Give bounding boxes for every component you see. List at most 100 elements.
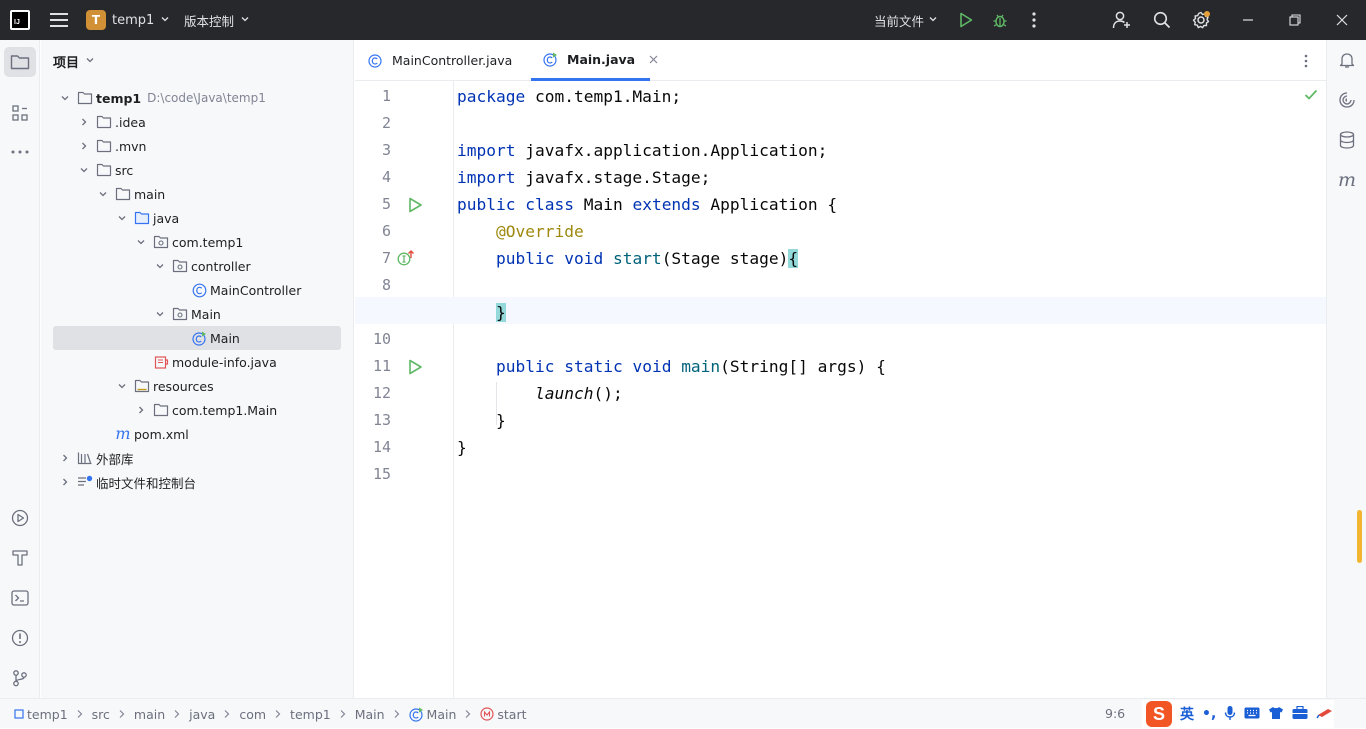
caret-position[interactable]: 9:6 bbox=[1105, 706, 1125, 721]
tree-item[interactable]: temp1 D:\code\Java\temp1 bbox=[53, 86, 266, 110]
project-panel-header[interactable]: 项目 bbox=[53, 52, 95, 71]
chevron-right-icon[interactable] bbox=[135, 404, 147, 416]
tree-item[interactable]: src bbox=[53, 158, 133, 182]
code-line[interactable]: } bbox=[457, 299, 506, 326]
close-tab-icon[interactable] bbox=[649, 55, 658, 64]
chevron-down-icon[interactable] bbox=[78, 164, 90, 176]
tree-item[interactable]: m pom.xml bbox=[53, 422, 188, 446]
structure-icon[interactable] bbox=[10, 103, 30, 123]
chevron-right-icon[interactable] bbox=[78, 140, 90, 152]
code-line[interactable]: import javafx.stage.Stage; bbox=[457, 164, 710, 191]
tree-item[interactable]: 外部库 bbox=[53, 446, 134, 470]
breadcrumb-item[interactable]: java bbox=[189, 707, 215, 722]
breadcrumb-item[interactable]: temp1 bbox=[290, 707, 331, 722]
app-logo[interactable]: IJ bbox=[10, 10, 30, 30]
tree-item[interactable]: com.temp1.Main bbox=[53, 398, 277, 422]
skin-icon[interactable] bbox=[1268, 706, 1284, 723]
tree-item[interactable]: main bbox=[53, 182, 165, 206]
vcs-widget[interactable]: 版本控制 bbox=[184, 9, 250, 31]
run-icon[interactable] bbox=[956, 10, 976, 30]
project-tool-button[interactable] bbox=[4, 47, 36, 77]
keyboard-icon[interactable] bbox=[1244, 707, 1260, 722]
breadcrumb-item[interactable]: com bbox=[239, 707, 266, 722]
tree-item[interactable]: resources bbox=[53, 374, 214, 398]
chevron-right-icon[interactable] bbox=[78, 116, 90, 128]
breadcrumb-item[interactable]: temp1 bbox=[14, 707, 68, 722]
code-line[interactable]: } bbox=[457, 407, 506, 434]
git-icon[interactable] bbox=[10, 668, 30, 688]
chevron-down-icon[interactable] bbox=[116, 380, 128, 392]
minimize-icon[interactable] bbox=[1236, 10, 1260, 30]
tree-item[interactable]: module-info.java bbox=[53, 350, 277, 374]
tree-item[interactable]: .idea bbox=[53, 110, 146, 134]
tree-item[interactable]: 临时文件和控制台 bbox=[53, 470, 196, 494]
code-with-me-icon[interactable] bbox=[1111, 9, 1133, 31]
tree-item[interactable]: Main bbox=[53, 302, 221, 326]
toolbox-icon[interactable] bbox=[1292, 705, 1308, 723]
run-configuration-selector[interactable]: 当前文件 bbox=[874, 9, 938, 31]
code-line[interactable]: import javafx.application.Application; bbox=[457, 137, 827, 164]
code-line[interactable]: @Override bbox=[457, 218, 584, 245]
code-line[interactable]: public class Main extends Application { bbox=[457, 191, 837, 218]
ai-assistant-icon[interactable] bbox=[1337, 90, 1357, 110]
breadcrumb-item[interactable]: src bbox=[92, 707, 110, 722]
breadcrumb-item[interactable]: main bbox=[134, 707, 165, 722]
tree-item[interactable]: MainController bbox=[53, 278, 301, 302]
hamburger-icon[interactable] bbox=[48, 10, 70, 30]
tree-item[interactable]: java bbox=[53, 206, 179, 230]
chevron-down-icon[interactable] bbox=[97, 188, 109, 200]
tree-item[interactable]: com.temp1 bbox=[53, 230, 243, 254]
breadcrumb-item[interactable]: start bbox=[480, 707, 527, 722]
code-line[interactable]: public static void main(String[] args) { bbox=[457, 353, 886, 380]
chevron-right-icon[interactable] bbox=[59, 452, 71, 464]
code-line[interactable]: public void start(Stage stage){ bbox=[457, 245, 799, 272]
punctuation-icon[interactable]: •, bbox=[1202, 707, 1216, 721]
gutter-run-icon[interactable] bbox=[407, 359, 423, 379]
chevron-down-icon[interactable] bbox=[135, 236, 147, 248]
ime-language[interactable]: 英 bbox=[1180, 704, 1194, 724]
code-line[interactable]: } bbox=[457, 434, 467, 461]
chevron-down-icon[interactable] bbox=[154, 260, 166, 272]
problems-icon[interactable] bbox=[10, 628, 30, 648]
settings-icon[interactable] bbox=[1190, 9, 1212, 31]
inspection-ok-icon[interactable] bbox=[1304, 89, 1318, 105]
notifications-icon[interactable] bbox=[1337, 50, 1357, 70]
scroll-indicator[interactable] bbox=[1357, 510, 1362, 563]
breadcrumb-item[interactable]: Main bbox=[408, 707, 456, 722]
maven-icon[interactable]: m bbox=[1336, 170, 1358, 190]
restore-icon[interactable] bbox=[1283, 10, 1307, 30]
gutter-run-icon[interactable] bbox=[407, 197, 423, 217]
vcs-label: 版本控制 bbox=[184, 13, 235, 29]
debug-icon[interactable] bbox=[990, 10, 1010, 30]
search-icon[interactable] bbox=[1151, 9, 1173, 31]
tab-actions-icon[interactable] bbox=[1299, 51, 1313, 71]
more-icon[interactable] bbox=[10, 142, 30, 162]
sogou-logo-icon[interactable]: S bbox=[1146, 701, 1172, 727]
tree-item[interactable]: .mvn bbox=[53, 134, 146, 158]
close-icon[interactable] bbox=[1330, 10, 1354, 30]
code-line[interactable]: launch(); bbox=[457, 380, 623, 407]
terminal-icon[interactable] bbox=[10, 588, 30, 608]
build-icon[interactable] bbox=[10, 548, 30, 568]
chevron-down-icon[interactable] bbox=[154, 308, 166, 320]
chevron-down-icon[interactable] bbox=[59, 92, 71, 104]
tab-main-controller-java[interactable]: MainController.java bbox=[367, 40, 520, 81]
project-widget[interactable]: T temp1 bbox=[86, 9, 170, 31]
tree-item[interactable]: controller bbox=[53, 254, 251, 278]
tree-item-label: Main bbox=[210, 330, 240, 346]
module-icon bbox=[14, 709, 24, 719]
tab-main-java[interactable]: Main.java bbox=[531, 40, 658, 81]
breadcrumb-label: main bbox=[133, 706, 166, 722]
override-method-icon[interactable] bbox=[397, 249, 415, 271]
database-icon[interactable] bbox=[1337, 130, 1357, 150]
code-editor[interactable]: package com.temp1.Main; import javafx.app… bbox=[355, 81, 1326, 698]
chevron-down-icon[interactable] bbox=[116, 212, 128, 224]
tree-item[interactable]: Main bbox=[53, 326, 341, 350]
breadcrumb-item[interactable]: Main bbox=[355, 707, 385, 722]
extra-tool-icon[interactable] bbox=[1316, 707, 1334, 722]
chevron-right-icon[interactable] bbox=[59, 476, 71, 488]
code-line[interactable]: package com.temp1.Main; bbox=[457, 83, 681, 110]
run-tool-icon[interactable] bbox=[10, 508, 30, 528]
microphone-icon[interactable] bbox=[1224, 705, 1236, 724]
more-actions-icon[interactable] bbox=[1024, 10, 1044, 30]
